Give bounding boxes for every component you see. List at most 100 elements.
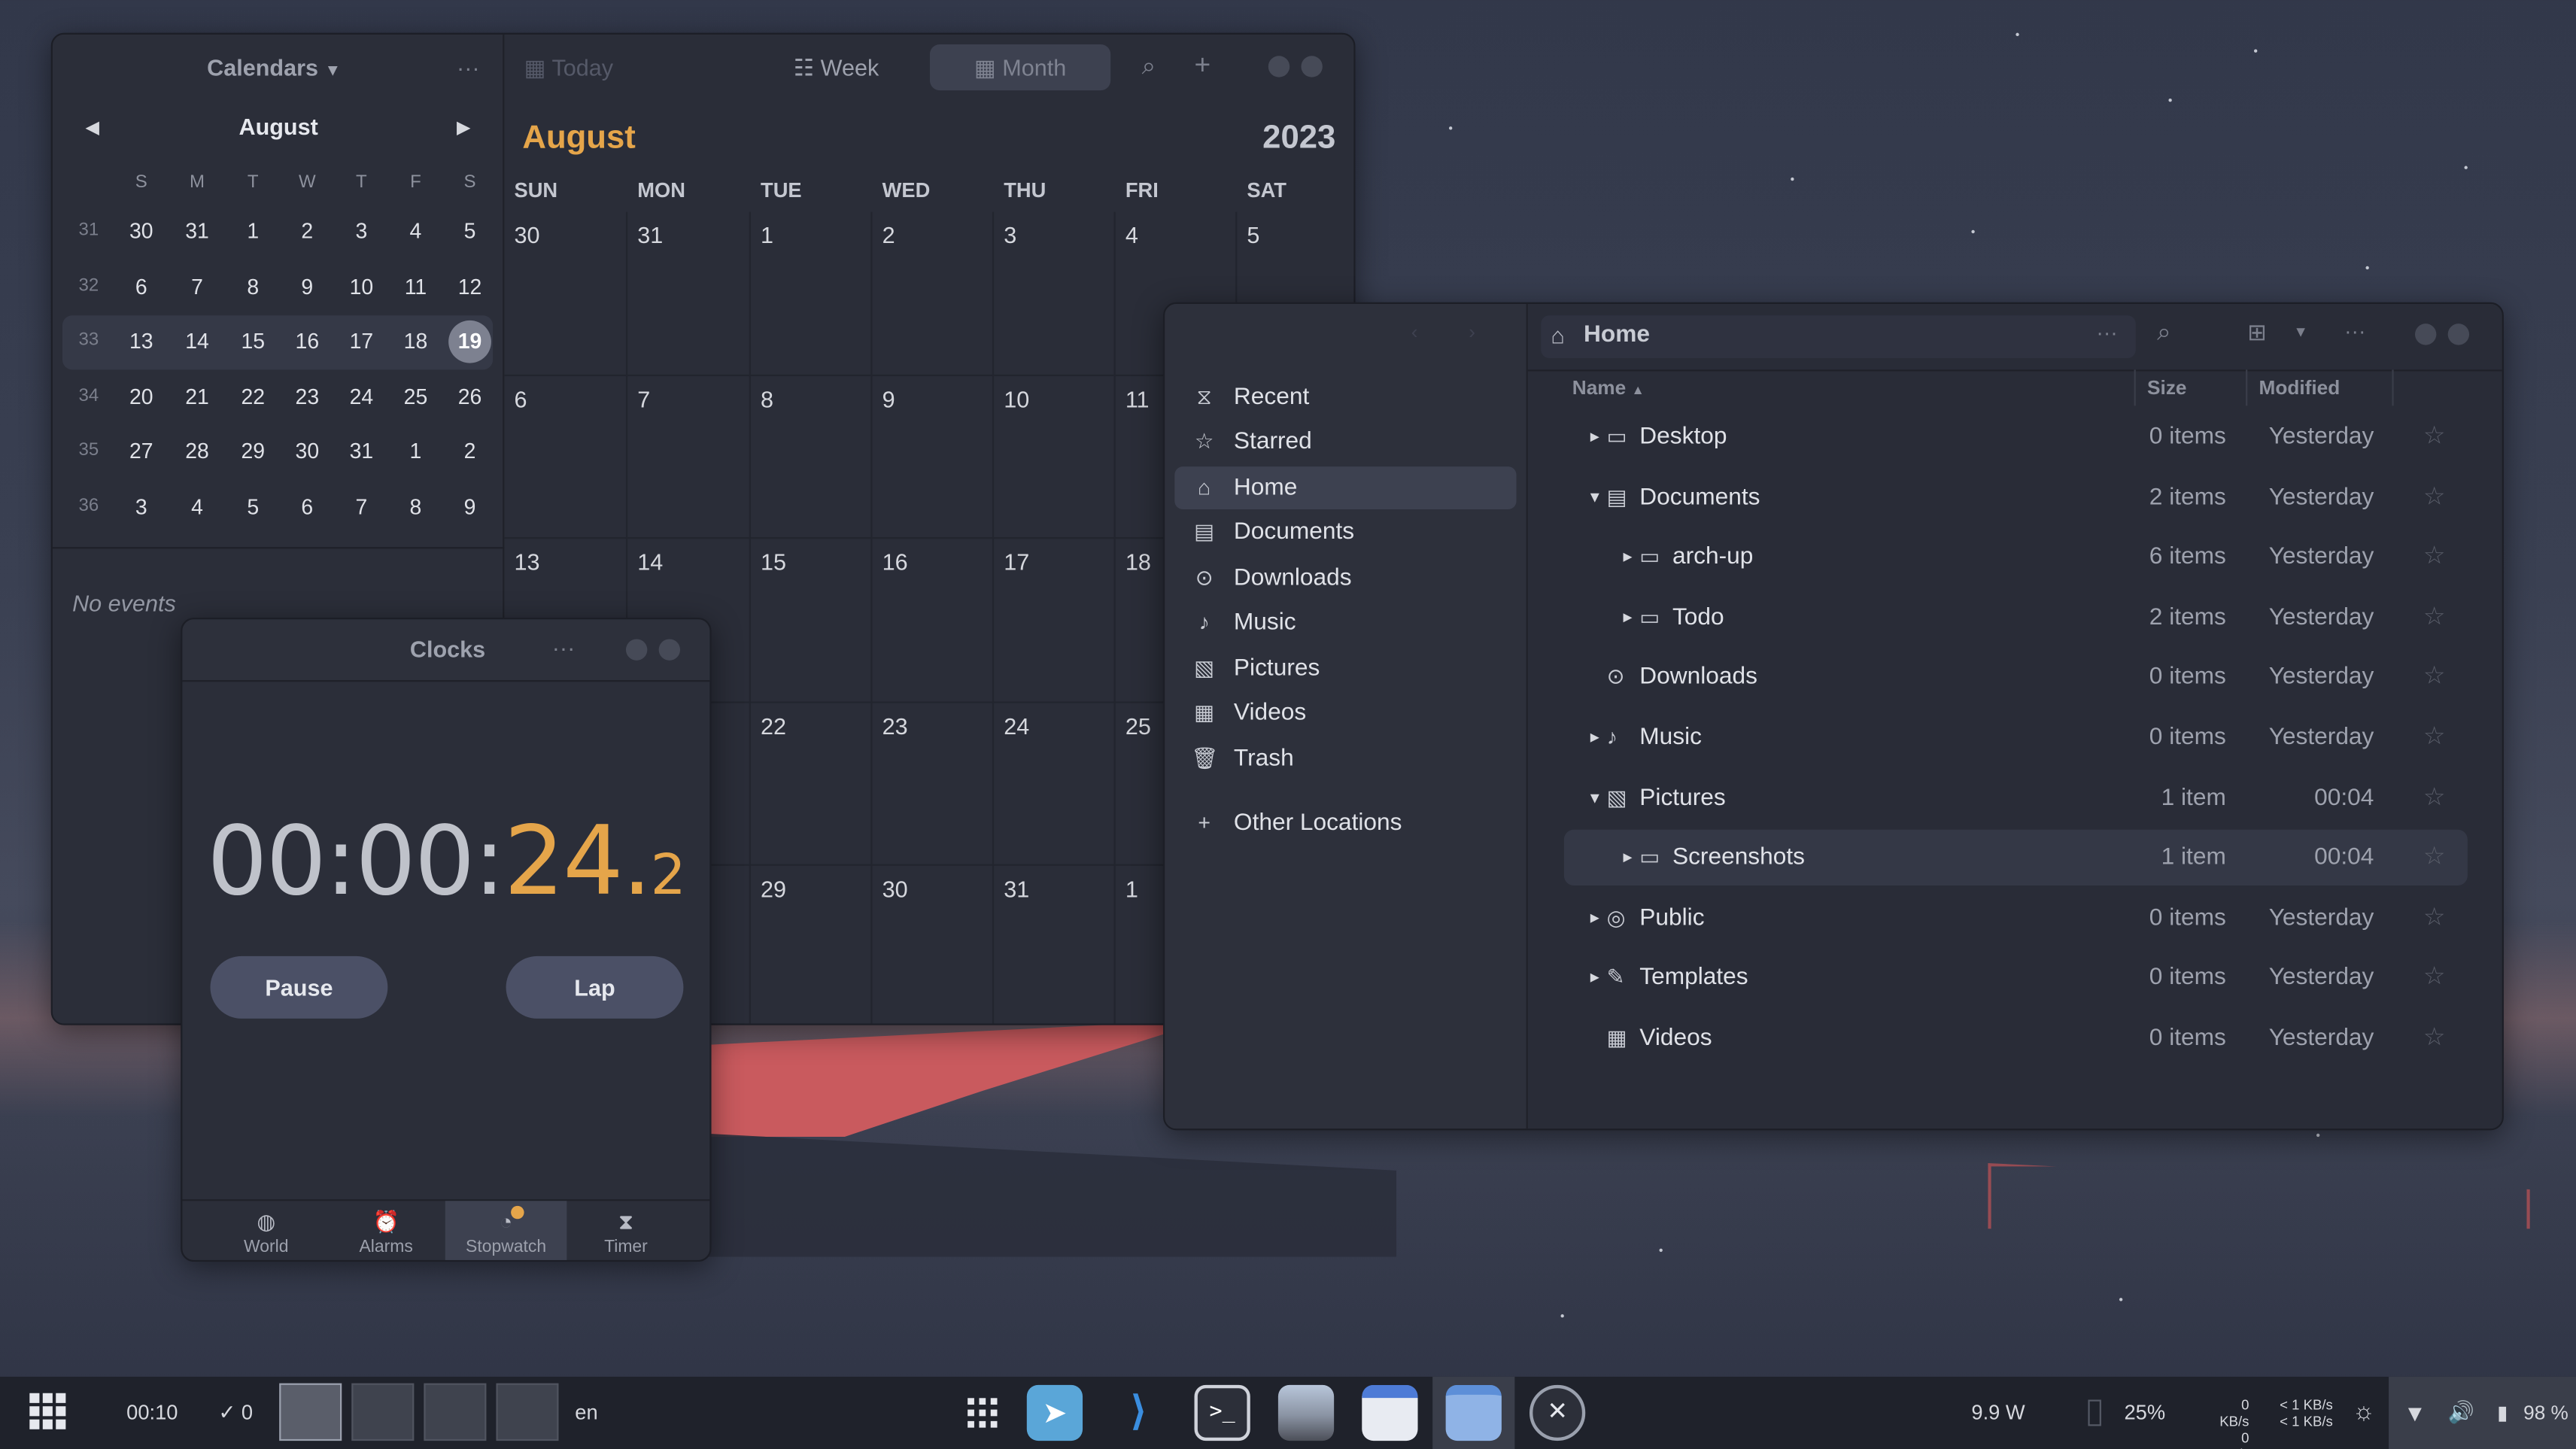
close-button[interactable] — [658, 639, 681, 668]
mini-day[interactable]: 29 — [229, 439, 278, 463]
month-day-cell[interactable]: 30 — [873, 865, 995, 1024]
expander-icon[interactable]: ▸ — [1590, 409, 1599, 465]
star-icon[interactable]: ☆ — [2423, 589, 2445, 645]
expander-icon[interactable]: ▸ — [1590, 950, 1599, 1006]
mini-day[interactable]: 5 — [229, 494, 278, 518]
sidebar-menu-button[interactable]: ··· — [457, 54, 480, 80]
mini-day[interactable]: 7 — [337, 494, 387, 518]
tab-timer[interactable]: ⧗ Timer — [565, 1201, 687, 1260]
clock-time[interactable]: 00:10 — [126, 1377, 178, 1449]
month-day-cell[interactable]: 16 — [872, 539, 995, 703]
star-icon[interactable]: ☆ — [2423, 830, 2445, 886]
column-name[interactable]: Name ▲ — [1572, 376, 1645, 399]
terminal-icon[interactable]: >_ — [1194, 1384, 1250, 1441]
mini-day[interactable]: 30 — [117, 218, 166, 243]
mini-day[interactable]: 5 — [445, 218, 495, 243]
file-row[interactable]: ▸ ♪ Music 0 items Yesterday ☆ — [1564, 709, 2468, 765]
mini-day[interactable]: 31 — [337, 439, 387, 463]
tab-world[interactable]: ◍ World — [205, 1201, 327, 1260]
mini-day[interactable]: 1 — [391, 439, 441, 463]
sidebar-item-starred[interactable]: ☆ Starred — [1174, 421, 1516, 463]
month-day-cell[interactable]: 10 — [994, 375, 1116, 539]
pause-button[interactable]: Pause — [210, 955, 388, 1019]
mini-day[interactable]: 22 — [229, 384, 278, 409]
file-row[interactable]: ▾ ▤ Documents 2 items Yesterday ☆ — [1564, 469, 2468, 525]
month-day-cell[interactable]: 30 — [504, 211, 628, 375]
file-row[interactable]: ▸ ✎ Templates 0 items Yesterday ☆ — [1564, 950, 2468, 1006]
star-icon[interactable]: ☆ — [2423, 469, 2445, 525]
mini-day[interactable]: 26 — [445, 384, 495, 409]
expander-icon[interactable]: ▸ — [1590, 709, 1599, 765]
month-day-cell[interactable]: 15 — [750, 539, 873, 703]
file-row[interactable]: ⊙ Downloads 0 items Yesterday ☆ — [1564, 649, 2468, 705]
month-day-cell[interactable]: 7 — [627, 375, 751, 539]
month-day-cell[interactable]: 31 — [627, 211, 751, 375]
file-row[interactable]: ▸ ▭ Screenshots 1 item 00:04 ☆ — [1563, 830, 2468, 886]
tab-stopwatch[interactable]: ◔ Stopwatch — [445, 1201, 567, 1260]
month-day-cell[interactable]: 9 — [872, 375, 995, 539]
expander-icon[interactable]: ▸ — [1590, 890, 1599, 946]
mini-day[interactable]: 25 — [391, 384, 441, 409]
disk-utility-icon[interactable] — [1277, 1384, 1335, 1441]
workspace-2[interactable] — [351, 1383, 415, 1441]
sidebar-item-home[interactable]: ⌂ Home — [1174, 466, 1517, 509]
clocks-app-icon[interactable]: ✕ — [1529, 1384, 1586, 1441]
mini-day[interactable]: 8 — [229, 274, 278, 299]
star-icon[interactable]: ☆ — [2423, 1010, 2445, 1066]
files-app-icon[interactable] — [1445, 1384, 1502, 1441]
mini-day[interactable]: 21 — [172, 384, 222, 409]
mini-day[interactable]: 10 — [337, 274, 387, 299]
sidebar-item-documents[interactable]: ▤ Documents — [1174, 511, 1516, 554]
mini-day[interactable]: 7 — [172, 274, 222, 299]
mini-day[interactable]: 24 — [337, 384, 387, 409]
month-day-cell[interactable]: 2 — [872, 211, 995, 375]
expander-icon[interactable]: ▸ — [1623, 589, 1632, 645]
mini-day[interactable]: 28 — [172, 439, 222, 463]
mini-day[interactable]: 23 — [283, 384, 333, 409]
mini-day[interactable]: 4 — [391, 218, 441, 243]
sidebar-item-trash[interactable]: 🗑 Trash — [1174, 737, 1516, 780]
keyboard-layout[interactable]: en — [575, 1377, 597, 1449]
month-day-cell[interactable]: 17 — [994, 539, 1116, 703]
sidebar-item-downloads[interactable]: ⊙ Downloads — [1174, 557, 1516, 600]
mini-day[interactable]: 27 — [117, 439, 166, 463]
expander-icon[interactable]: ▾ — [1590, 770, 1599, 825]
next-month-icon[interactable]: ▶ — [457, 117, 470, 138]
vscode-icon[interactable]: ⟩ — [1110, 1385, 1166, 1441]
close-button[interactable] — [2447, 324, 2470, 353]
expander-icon[interactable]: ▸ — [1623, 530, 1632, 585]
workspace-4[interactable] — [496, 1383, 559, 1441]
mini-day[interactable]: 8 — [391, 494, 441, 518]
mini-day[interactable]: 2 — [445, 439, 495, 463]
file-row[interactable]: ▾ ▧ Pictures 1 item 00:04 ☆ — [1564, 770, 2468, 825]
mini-day[interactable]: 14 — [172, 329, 222, 354]
file-row[interactable]: ▸ ◎ Public 0 items Yesterday ☆ — [1564, 890, 2468, 946]
mini-day[interactable]: 2 — [283, 218, 333, 243]
star-icon[interactable]: ☆ — [2423, 890, 2445, 946]
mini-day[interactable]: 12 — [445, 274, 495, 299]
sidebar-item-videos[interactable]: ▦ Videos — [1174, 691, 1516, 734]
tab-alarms[interactable]: ⏰ Alarms — [325, 1201, 447, 1260]
mini-day[interactable]: 11 — [391, 274, 441, 299]
month-day-cell[interactable]: 3 — [994, 211, 1116, 375]
mini-day[interactable]: 6 — [283, 494, 333, 518]
expander-icon[interactable]: ▸ — [1623, 830, 1632, 886]
month-day-cell[interactable]: 22 — [750, 702, 873, 866]
forward-icon[interactable]: › — [1469, 320, 1475, 344]
workspace-1[interactable] — [279, 1383, 342, 1441]
star-icon[interactable]: ☆ — [2423, 709, 2445, 765]
view-menu-icon[interactable]: ··· — [2344, 319, 2365, 344]
apps-grid-icon[interactable] — [29, 1393, 66, 1429]
search-icon[interactable]: ⌕ — [2157, 319, 2170, 347]
mini-day[interactable]: 9 — [445, 494, 495, 518]
path-bar[interactable]: ⌂ Home ··· — [1541, 315, 2136, 359]
back-icon[interactable]: ‹ — [1411, 320, 1418, 344]
star-icon[interactable]: ☆ — [2423, 950, 2445, 1006]
star-icon[interactable]: ☆ — [2423, 770, 2445, 825]
calendars-menu-button[interactable]: Calendars ▼ — [207, 54, 341, 80]
file-row[interactable]: ▸ ▭ arch-up 6 items Yesterday ☆ — [1564, 530, 2468, 585]
mini-day[interactable]: 16 — [283, 329, 333, 354]
minimize-button[interactable] — [2414, 324, 2437, 353]
telegram-icon[interactable]: ➤ — [1026, 1384, 1083, 1441]
path-menu-icon[interactable]: ··· — [2096, 320, 2117, 345]
